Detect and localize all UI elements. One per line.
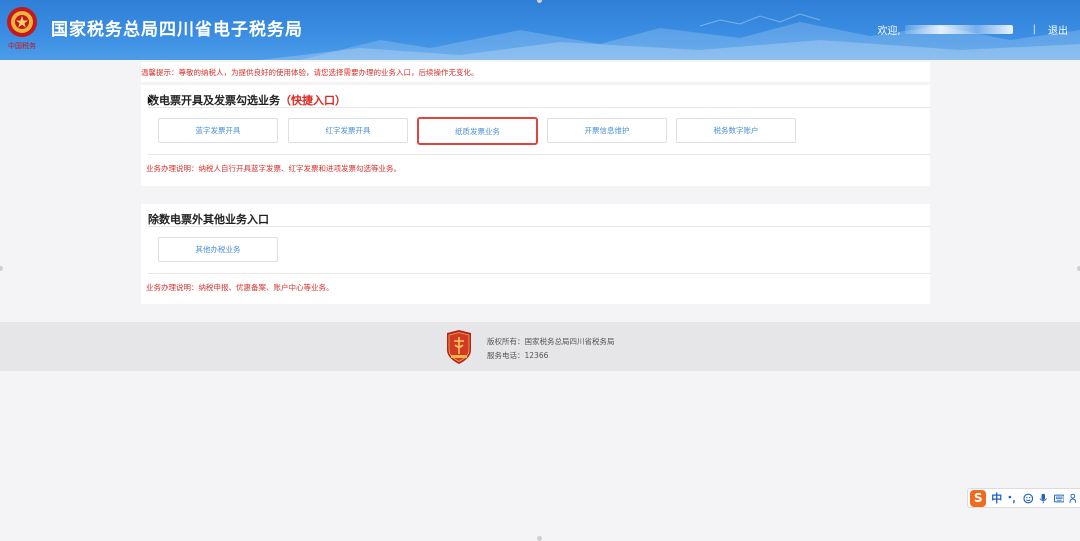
service-phone-text: 服务电话：12366 bbox=[487, 351, 549, 360]
tax-shield-logo-icon bbox=[447, 330, 471, 364]
keyboard-icon[interactable] bbox=[1053, 493, 1065, 504]
section1-title: 数电票开具及发票勾选业务（快捷入口） bbox=[148, 92, 346, 108]
other-business-card: 除数电票外其他业务入口 其他办税业务 业务办理说明：纳税申报、优惠备案、账户中心… bbox=[141, 204, 930, 304]
tax-digital-account-button[interactable]: 税务数字账户 bbox=[676, 118, 796, 143]
divider bbox=[148, 226, 930, 227]
top-header: 中国税务 国家税务总局四川省电子税务局 欢迎, | 退出 bbox=[0, 0, 1080, 60]
copyright-text: 版权所有：国家税务总局四川省税务局 bbox=[487, 337, 615, 346]
section2-title: 除数电票外其他业务入口 bbox=[148, 213, 269, 226]
section1-title-text: 数电票开具及发票勾选业务 bbox=[148, 94, 280, 107]
section1-title-highlight: （快捷入口） bbox=[280, 94, 346, 107]
tax-emblem-icon: 中国税务 bbox=[7, 7, 37, 50]
logout-link[interactable]: 退出 bbox=[1048, 22, 1068, 37]
other-tax-business-button[interactable]: 其他办税业务 bbox=[158, 237, 278, 262]
ime-toolbar: S 中 bbox=[967, 488, 1080, 508]
paper-invoice-business-button[interactable]: 纸质发票业务 bbox=[417, 117, 538, 145]
left-edge-handle bbox=[0, 266, 3, 271]
section2-description: 业务办理说明：纳税申报、优惠备案、账户中心等业务。 bbox=[146, 283, 334, 292]
section1-description: 业务办理说明：纳税人自行开具蓝字发票、红字发票和进项发票勾选等业务。 bbox=[146, 164, 401, 173]
welcome-label: 欢迎, bbox=[877, 26, 901, 37]
blue-invoice-issue-button[interactable]: 蓝字发票开具 bbox=[158, 118, 278, 143]
quick-entry-card: 数电票开具及发票勾选业务（快捷入口） 蓝字发票开具 红字发票开具 纸质发票业务 … bbox=[141, 85, 930, 186]
svg-text:中国税务: 中国税务 bbox=[8, 41, 36, 50]
masked-username bbox=[904, 25, 1013, 34]
user-area: 欢迎, | 退出 bbox=[877, 22, 1068, 37]
emoji-icon[interactable] bbox=[1023, 493, 1034, 504]
notice-text: 温馨提示：尊敬的纳税人，为提供良好的使用体验，请您选择需要办理的业务入口，后续操… bbox=[141, 68, 479, 77]
red-invoice-issue-button[interactable]: 红字发票开具 bbox=[288, 118, 408, 143]
site-title: 国家税务总局四川省电子税务局 bbox=[51, 20, 303, 40]
mouse-cursor-icon bbox=[147, 95, 155, 107]
header-separator: | bbox=[1032, 24, 1036, 35]
divider bbox=[148, 273, 930, 274]
notice-bar: 温馨提示：尊敬的纳税人，为提供良好的使用体验，请您选择需要办理的业务入口，后续操… bbox=[141, 62, 930, 82]
divider bbox=[148, 107, 930, 108]
footer-text: 版权所有：国家税务总局四川省税务局 服务电话：12366 bbox=[487, 335, 615, 363]
skin-settings-icon[interactable] bbox=[1069, 493, 1080, 504]
punctuation-icon[interactable] bbox=[1007, 493, 1018, 504]
divider bbox=[148, 154, 930, 155]
page-footer: 版权所有：国家税务总局四川省税务局 服务电话：12366 bbox=[0, 322, 1080, 371]
sogou-logo-icon[interactable]: S bbox=[970, 489, 987, 507]
microphone-icon[interactable] bbox=[1038, 493, 1049, 504]
ime-language-mode[interactable]: 中 bbox=[991, 490, 1002, 506]
invoice-info-maintenance-button[interactable]: 开票信息维护 bbox=[547, 118, 667, 143]
